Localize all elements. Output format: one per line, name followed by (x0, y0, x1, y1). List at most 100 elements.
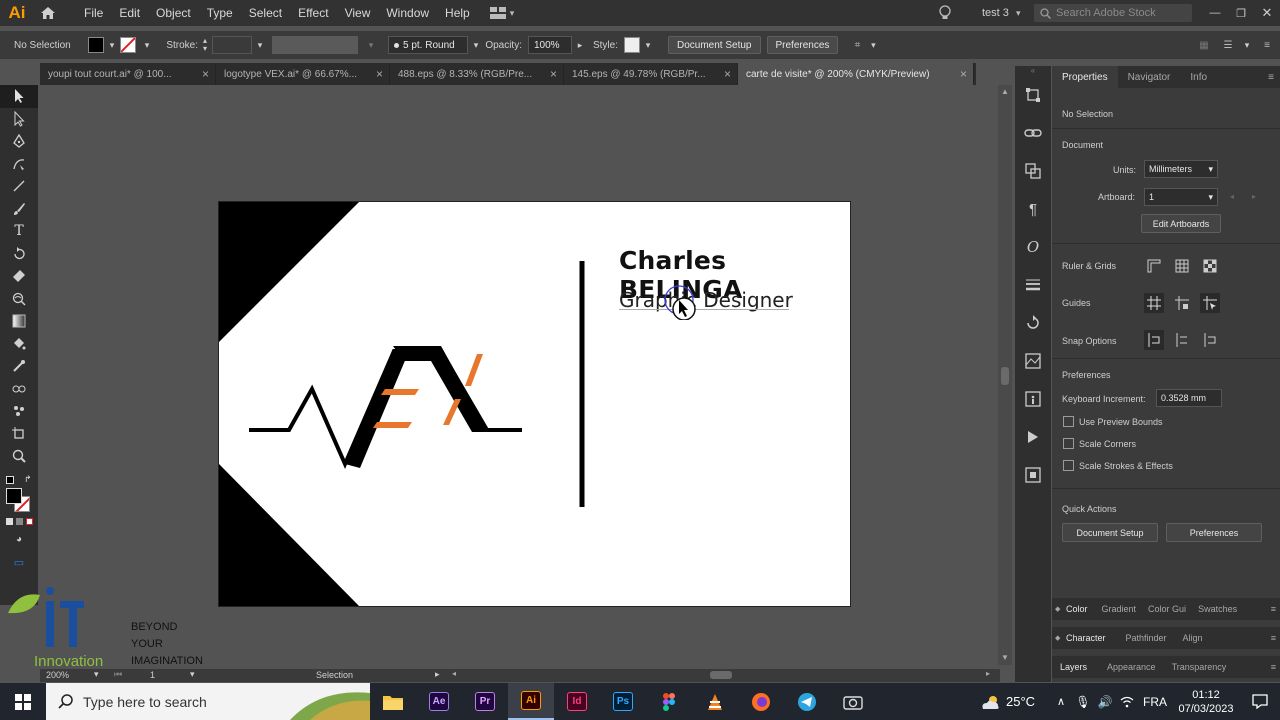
scale-strokes-checkbox[interactable] (1063, 460, 1074, 471)
arrange-documents-button[interactable]: ▾ (489, 7, 526, 19)
home-icon[interactable] (34, 0, 62, 26)
horizontal-scroll-thumb[interactable] (710, 671, 732, 679)
stroke-panel-icon[interactable] (1015, 266, 1051, 304)
close-icon[interactable]: ✕ (1254, 5, 1280, 21)
default-colors-icon[interactable] (6, 475, 14, 484)
nav-first-icon[interactable]: ⏮ (114, 669, 122, 680)
menu-window[interactable]: Window (378, 6, 437, 20)
taskbar-premiere[interactable]: Pr (462, 683, 508, 720)
chevron-down-icon[interactable]: ▾ (866, 40, 880, 51)
close-icon[interactable]: × (550, 67, 563, 81)
tab-pathfinder[interactable]: Pathfinder (1116, 633, 1177, 643)
taskbar-indesign[interactable]: Id (554, 683, 600, 720)
scroll-up-icon[interactable]: ▲ (1001, 87, 1009, 96)
tab-properties[interactable]: Properties (1052, 66, 1118, 88)
menu-object[interactable]: Object (148, 6, 199, 20)
artboard[interactable]: Charles BELINGA Graphic Designer (218, 201, 851, 607)
tab-gradient[interactable]: Gradient (1096, 604, 1143, 614)
tab-youpi[interactable]: youpi tout court.ai* @ 100... × (40, 63, 216, 85)
actions-panel-icon[interactable] (1015, 418, 1051, 456)
wifi-icon[interactable] (1116, 696, 1138, 708)
pathfinder-panel-icon[interactable] (1015, 152, 1051, 190)
taskbar-camera[interactable] (830, 683, 876, 720)
show-guides-icon[interactable] (1144, 293, 1164, 313)
artboard-select[interactable]: 1 ▾ (1144, 188, 1218, 206)
taskbar-search-box[interactable]: Type here to search (46, 683, 370, 720)
prev-artboard-icon[interactable]: ◂ (1230, 192, 1234, 201)
panel-menu-icon[interactable]: ≡ (1268, 72, 1280, 83)
tab-layers[interactable]: Layers (1052, 662, 1097, 672)
eraser-tool[interactable] (0, 265, 38, 288)
lightbulb-icon[interactable] (930, 5, 960, 21)
paintbrush-tool[interactable] (0, 198, 38, 221)
tab-logotype-vex[interactable]: logotype VEX.ai* @ 66.67%... × (216, 63, 390, 85)
preferences-button[interactable]: Preferences (766, 36, 839, 54)
taskbar-after-effects[interactable]: Ae (416, 683, 462, 720)
none-mode-icon[interactable] (26, 517, 33, 525)
direct-selection-tool[interactable] (0, 108, 38, 131)
stroke-stepper-icon[interactable]: ▴ ▾ (198, 37, 212, 53)
zoom-level[interactable]: 200% (46, 670, 69, 680)
menu-help[interactable]: Help (437, 6, 478, 20)
eyedropper-tool[interactable] (0, 355, 38, 378)
chevron-down-icon[interactable]: ▾ (104, 40, 120, 51)
stroke-weight-field[interactable] (212, 36, 252, 54)
chevron-down-icon[interactable]: ▾ (190, 669, 195, 680)
fill-color-box[interactable] (6, 487, 22, 504)
qa-preferences-button[interactable]: Preferences (1166, 523, 1262, 542)
fill-stroke-widget[interactable]: ↱ (0, 474, 38, 512)
workspace-switcher[interactable]: test 3 (982, 7, 1016, 19)
stroke-swatch[interactable] (120, 37, 136, 53)
recolor-panel-icon[interactable] (1015, 304, 1051, 342)
snap-to-glyph-icon[interactable] (1200, 330, 1220, 350)
link-panel-icon[interactable] (1015, 114, 1051, 152)
color-mode-icon[interactable] (6, 517, 13, 525)
volume-icon[interactable]: 🔊 (1094, 695, 1116, 709)
taskbar-file-explorer[interactable] (370, 683, 416, 720)
taskbar-telegram[interactable] (784, 683, 830, 720)
menu-effect[interactable]: Effect (290, 6, 336, 20)
menu-select[interactable]: Select (241, 6, 290, 20)
tab-488-eps[interactable]: 488.eps @ 8.33% (RGB/Pre... × (390, 63, 564, 85)
collapse-arrows-icon[interactable]: ◆ (1052, 634, 1062, 642)
use-preview-bounds-checkbox[interactable] (1063, 416, 1074, 427)
taskbar-figma[interactable] (646, 683, 692, 720)
tab-info[interactable]: Info (1180, 72, 1217, 83)
artboard-tool[interactable] (0, 423, 38, 446)
variable-width-profile[interactable] (272, 36, 358, 54)
smart-guides-icon[interactable] (1200, 293, 1220, 313)
screen-mode-button[interactable]: ▭ (0, 551, 38, 574)
temperature[interactable]: 25°C (1006, 694, 1050, 709)
swap-colors-icon[interactable]: ↱ (24, 474, 32, 485)
snap-to-pixel-icon[interactable] (1172, 330, 1192, 350)
opentype-panel-icon[interactable]: O (1015, 228, 1051, 266)
collapse-icon[interactable]: « (1015, 66, 1051, 76)
canvas-vertical-scrollbar[interactable]: ▲ ▼ (998, 85, 1012, 665)
microphone-icon[interactable]: 🎙 (1072, 695, 1094, 709)
menu-file[interactable]: File (76, 6, 111, 20)
snap-to-point-icon[interactable] (1144, 330, 1164, 350)
taskbar-photoshop[interactable]: Ps (600, 683, 646, 720)
panel-menu-icon[interactable]: ≡ (1271, 604, 1280, 614)
clock[interactable]: 01:12 07/03/2023 (1172, 688, 1240, 716)
warp-tool[interactable] (0, 288, 38, 311)
close-icon[interactable]: × (724, 67, 737, 81)
keyboard-increment-field[interactable]: 0.3528 mm (1156, 389, 1222, 407)
gradient-mode-icon[interactable] (16, 517, 23, 525)
asset-export-panel-icon[interactable] (1015, 456, 1051, 494)
notification-icon[interactable] (1240, 694, 1280, 709)
attributes-panel-icon[interactable] (1015, 380, 1051, 418)
tab-swatches[interactable]: Swatches (1192, 604, 1243, 614)
pen-tool[interactable] (0, 130, 38, 153)
panel-menu-icon[interactable]: ≡ (1254, 40, 1280, 51)
document-setup-button[interactable]: Document Setup (668, 36, 761, 54)
chevron-down-icon[interactable]: ▾ (640, 40, 656, 51)
chevron-down-icon[interactable]: ▾ (94, 669, 99, 680)
weather-icon[interactable] (976, 694, 1006, 710)
distribute-icon[interactable]: ☰ (1216, 40, 1240, 51)
menu-edit[interactable]: Edit (111, 6, 148, 20)
qa-document-setup-button[interactable]: Document Setup (1062, 523, 1158, 542)
restore-icon[interactable]: ❐ (1228, 7, 1254, 20)
paragraph-panel-icon[interactable]: ¶ (1015, 190, 1051, 228)
line-tool[interactable] (0, 175, 38, 198)
